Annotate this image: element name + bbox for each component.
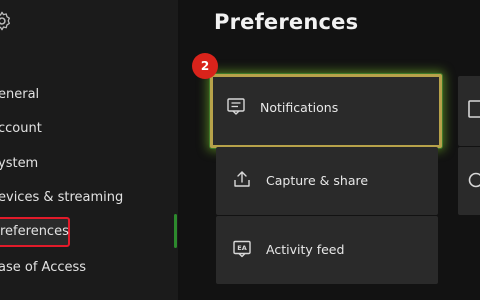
main-panel: Preferences 2 Notifications Capture & sh… <box>180 0 480 300</box>
sidebar-item-general[interactable]: eneral <box>0 80 47 110</box>
sidebar-item-label: ccount <box>0 121 42 136</box>
page-title: Preferences <box>214 10 359 34</box>
sidebar-item-label: ase of Access <box>0 260 87 275</box>
settings-gear-icon <box>0 11 10 31</box>
upload-icon <box>234 171 250 187</box>
sidebar-item-account[interactable]: ccount <box>0 114 50 144</box>
activity-feed-icon: EA <box>233 240 251 258</box>
capture-share-tile[interactable]: Capture & share <box>216 147 438 215</box>
sidebar-item-preferences[interactable]: references <box>0 217 70 247</box>
clock-icon <box>468 172 480 188</box>
tile-label: Capture & share <box>266 173 369 188</box>
sidebar-item-label: references <box>0 224 69 239</box>
sidebar-item-system[interactable]: ystem <box>0 149 46 179</box>
sidebar-scrollbar[interactable] <box>174 214 177 248</box>
tile-label: Notifications <box>260 100 339 115</box>
step-badge: 2 <box>192 53 218 79</box>
sidebar-item-label: eneral <box>0 87 40 102</box>
sidebar-item-label: ystem <box>0 156 39 171</box>
document-icon <box>468 100 480 118</box>
sidebar-item-devices-streaming[interactable]: evices & streaming <box>0 183 131 213</box>
sidebar-item-ease-of-access[interactable]: ase of Access <box>0 253 94 283</box>
settings-window: eneral ccount ystem evices & streaming r… <box>0 0 480 300</box>
activity-feed-tile[interactable]: EA Activity feed <box>216 216 438 284</box>
tile-label: Activity feed <box>266 242 345 257</box>
side-tile-middle[interactable] <box>458 147 480 215</box>
sidebar: eneral ccount ystem evices & streaming r… <box>0 0 178 300</box>
svg-text:EA: EA <box>237 244 246 252</box>
notifications-icon <box>227 98 245 115</box>
sidebar-item-label: evices & streaming <box>0 190 124 205</box>
side-tile-top[interactable] <box>458 76 480 146</box>
notifications-tile[interactable]: Notifications <box>210 74 442 148</box>
